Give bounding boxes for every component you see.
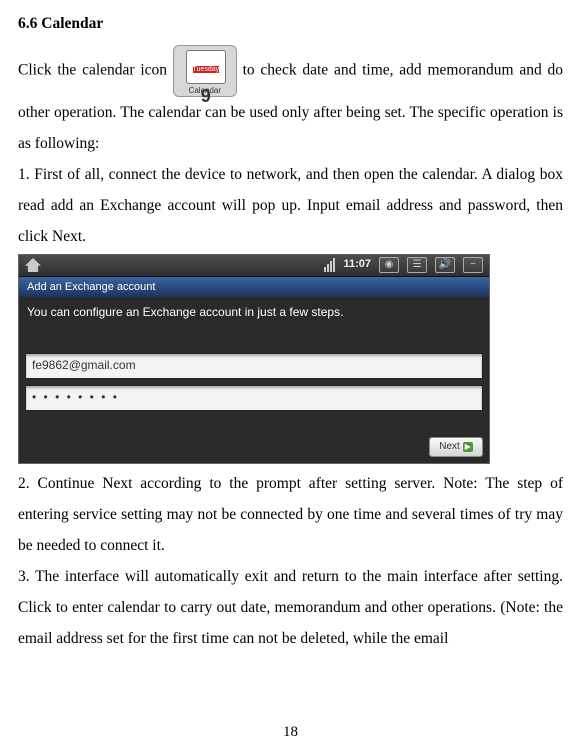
calendar-icon-label: Calendar xyxy=(174,87,236,95)
calendar-icon-month: Tuesday xyxy=(193,66,220,73)
signal-icon xyxy=(324,258,335,272)
camera-icon[interactable]: ◉ xyxy=(379,257,399,273)
minus-icon[interactable]: − xyxy=(463,257,483,273)
menu-icon[interactable]: ☰ xyxy=(407,257,427,273)
embedded-screenshot: 11:07 ◉ ☰ 🔊 − Add an Exchange account Yo… xyxy=(18,254,490,464)
status-bar: 11:07 ◉ ☰ 🔊 − xyxy=(19,255,489,277)
calendar-icon: Tuesday 9 Calendar xyxy=(173,45,237,97)
intro-before: Click the calendar icon xyxy=(18,62,173,79)
next-button-label: Next xyxy=(439,441,460,453)
step-2-text: 2. Continue Next according to the prompt… xyxy=(18,468,563,561)
password-field[interactable]: • • • • • • • • xyxy=(25,385,483,411)
page-number: 18 xyxy=(0,717,581,747)
volume-icon[interactable]: 🔊 xyxy=(435,257,455,273)
next-arrow-icon: ▶ xyxy=(463,442,473,452)
intro-paragraph: Click the calendar icon Tuesday 9 Calend… xyxy=(18,45,563,159)
title-bar: Add an Exchange account xyxy=(19,277,489,297)
step-3-text: 3. The interface will automatically exit… xyxy=(18,561,563,654)
step-1-text: 1. First of all, connect the device to n… xyxy=(18,159,563,252)
instruction-text: You can configure an Exchange account in… xyxy=(19,297,489,327)
email-field[interactable]: fe9862@gmail.com xyxy=(25,353,483,379)
status-time: 11:07 xyxy=(343,258,371,271)
section-heading: 6.6 Calendar xyxy=(18,8,563,39)
next-button[interactable]: Next ▶ xyxy=(429,437,483,457)
home-icon[interactable] xyxy=(25,258,41,272)
